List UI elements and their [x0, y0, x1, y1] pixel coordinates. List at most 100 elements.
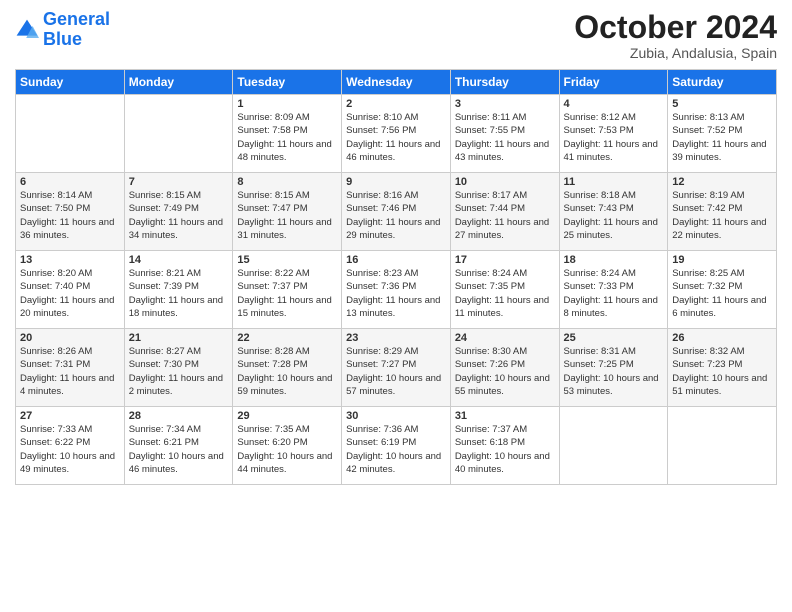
day-number: 9	[346, 176, 446, 188]
day-number: 6	[20, 176, 120, 188]
calendar-cell: 13Sunrise: 8:20 AM Sunset: 7:40 PM Dayli…	[16, 251, 125, 329]
day-header-friday: Friday	[559, 70, 668, 95]
day-info: Sunrise: 8:11 AM Sunset: 7:55 PM Dayligh…	[455, 111, 555, 164]
day-number: 28	[129, 410, 229, 422]
calendar-cell: 7Sunrise: 8:15 AM Sunset: 7:49 PM Daylig…	[124, 173, 233, 251]
day-info: Sunrise: 8:12 AM Sunset: 7:53 PM Dayligh…	[564, 111, 664, 164]
location: Zubia, Andalusia, Spain	[574, 45, 777, 61]
day-number: 2	[346, 98, 446, 110]
day-number: 25	[564, 332, 664, 344]
week-row-3: 13Sunrise: 8:20 AM Sunset: 7:40 PM Dayli…	[16, 251, 777, 329]
day-info: Sunrise: 8:30 AM Sunset: 7:26 PM Dayligh…	[455, 345, 555, 398]
day-number: 11	[564, 176, 664, 188]
day-info: Sunrise: 8:20 AM Sunset: 7:40 PM Dayligh…	[20, 267, 120, 320]
calendar-cell: 1Sunrise: 8:09 AM Sunset: 7:58 PM Daylig…	[233, 95, 342, 173]
calendar-cell: 29Sunrise: 7:35 AM Sunset: 6:20 PM Dayli…	[233, 407, 342, 485]
day-header-sunday: Sunday	[16, 70, 125, 95]
day-info: Sunrise: 8:10 AM Sunset: 7:56 PM Dayligh…	[346, 111, 446, 164]
day-header-tuesday: Tuesday	[233, 70, 342, 95]
header-row: SundayMondayTuesdayWednesdayThursdayFrid…	[16, 70, 777, 95]
calendar-cell: 24Sunrise: 8:30 AM Sunset: 7:26 PM Dayli…	[450, 329, 559, 407]
day-info: Sunrise: 8:24 AM Sunset: 7:33 PM Dayligh…	[564, 267, 664, 320]
calendar-cell: 14Sunrise: 8:21 AM Sunset: 7:39 PM Dayli…	[124, 251, 233, 329]
day-info: Sunrise: 8:13 AM Sunset: 7:52 PM Dayligh…	[672, 111, 772, 164]
day-number: 21	[129, 332, 229, 344]
day-number: 30	[346, 410, 446, 422]
day-number: 19	[672, 254, 772, 266]
calendar-cell: 28Sunrise: 7:34 AM Sunset: 6:21 PM Dayli…	[124, 407, 233, 485]
day-info: Sunrise: 8:21 AM Sunset: 7:39 PM Dayligh…	[129, 267, 229, 320]
calendar-cell: 12Sunrise: 8:19 AM Sunset: 7:42 PM Dayli…	[668, 173, 777, 251]
calendar-cell	[16, 95, 125, 173]
day-number: 27	[20, 410, 120, 422]
day-info: Sunrise: 8:14 AM Sunset: 7:50 PM Dayligh…	[20, 189, 120, 242]
day-info: Sunrise: 8:19 AM Sunset: 7:42 PM Dayligh…	[672, 189, 772, 242]
day-number: 23	[346, 332, 446, 344]
day-header-monday: Monday	[124, 70, 233, 95]
day-number: 16	[346, 254, 446, 266]
day-number: 29	[237, 410, 337, 422]
week-row-2: 6Sunrise: 8:14 AM Sunset: 7:50 PM Daylig…	[16, 173, 777, 251]
day-header-wednesday: Wednesday	[342, 70, 451, 95]
day-number: 15	[237, 254, 337, 266]
calendar-cell: 22Sunrise: 8:28 AM Sunset: 7:28 PM Dayli…	[233, 329, 342, 407]
header: General Blue October 2024 Zubia, Andalus…	[15, 10, 777, 61]
calendar-cell: 10Sunrise: 8:17 AM Sunset: 7:44 PM Dayli…	[450, 173, 559, 251]
calendar-table: SundayMondayTuesdayWednesdayThursdayFrid…	[15, 69, 777, 485]
day-info: Sunrise: 8:32 AM Sunset: 7:23 PM Dayligh…	[672, 345, 772, 398]
day-info: Sunrise: 8:28 AM Sunset: 7:28 PM Dayligh…	[237, 345, 337, 398]
calendar-cell: 4Sunrise: 8:12 AM Sunset: 7:53 PM Daylig…	[559, 95, 668, 173]
day-info: Sunrise: 8:16 AM Sunset: 7:46 PM Dayligh…	[346, 189, 446, 242]
day-info: Sunrise: 7:34 AM Sunset: 6:21 PM Dayligh…	[129, 423, 229, 476]
logo: General Blue	[15, 10, 110, 50]
day-info: Sunrise: 7:35 AM Sunset: 6:20 PM Dayligh…	[237, 423, 337, 476]
logo-icon	[15, 18, 39, 42]
day-number: 1	[237, 98, 337, 110]
day-header-thursday: Thursday	[450, 70, 559, 95]
calendar-cell: 19Sunrise: 8:25 AM Sunset: 7:32 PM Dayli…	[668, 251, 777, 329]
title-block: October 2024 Zubia, Andalusia, Spain	[574, 10, 777, 61]
calendar-cell: 3Sunrise: 8:11 AM Sunset: 7:55 PM Daylig…	[450, 95, 559, 173]
day-number: 13	[20, 254, 120, 266]
week-row-4: 20Sunrise: 8:26 AM Sunset: 7:31 PM Dayli…	[16, 329, 777, 407]
calendar-cell: 31Sunrise: 7:37 AM Sunset: 6:18 PM Dayli…	[450, 407, 559, 485]
day-number: 26	[672, 332, 772, 344]
day-number: 7	[129, 176, 229, 188]
calendar-cell: 6Sunrise: 8:14 AM Sunset: 7:50 PM Daylig…	[16, 173, 125, 251]
day-info: Sunrise: 8:25 AM Sunset: 7:32 PM Dayligh…	[672, 267, 772, 320]
day-number: 17	[455, 254, 555, 266]
day-info: Sunrise: 8:22 AM Sunset: 7:37 PM Dayligh…	[237, 267, 337, 320]
day-info: Sunrise: 8:17 AM Sunset: 7:44 PM Dayligh…	[455, 189, 555, 242]
calendar-cell: 21Sunrise: 8:27 AM Sunset: 7:30 PM Dayli…	[124, 329, 233, 407]
calendar-cell: 15Sunrise: 8:22 AM Sunset: 7:37 PM Dayli…	[233, 251, 342, 329]
day-number: 5	[672, 98, 772, 110]
calendar-cell: 5Sunrise: 8:13 AM Sunset: 7:52 PM Daylig…	[668, 95, 777, 173]
calendar-cell: 30Sunrise: 7:36 AM Sunset: 6:19 PM Dayli…	[342, 407, 451, 485]
calendar-cell: 23Sunrise: 8:29 AM Sunset: 7:27 PM Dayli…	[342, 329, 451, 407]
day-info: Sunrise: 7:37 AM Sunset: 6:18 PM Dayligh…	[455, 423, 555, 476]
day-info: Sunrise: 8:31 AM Sunset: 7:25 PM Dayligh…	[564, 345, 664, 398]
logo-line2: Blue	[43, 29, 82, 49]
day-number: 4	[564, 98, 664, 110]
day-number: 10	[455, 176, 555, 188]
calendar-cell: 20Sunrise: 8:26 AM Sunset: 7:31 PM Dayli…	[16, 329, 125, 407]
day-number: 8	[237, 176, 337, 188]
day-number: 14	[129, 254, 229, 266]
day-info: Sunrise: 8:27 AM Sunset: 7:30 PM Dayligh…	[129, 345, 229, 398]
day-info: Sunrise: 7:36 AM Sunset: 6:19 PM Dayligh…	[346, 423, 446, 476]
calendar-cell	[124, 95, 233, 173]
day-info: Sunrise: 8:09 AM Sunset: 7:58 PM Dayligh…	[237, 111, 337, 164]
calendar-cell	[559, 407, 668, 485]
day-number: 31	[455, 410, 555, 422]
day-number: 24	[455, 332, 555, 344]
logo-line1: General	[43, 9, 110, 29]
calendar-cell: 17Sunrise: 8:24 AM Sunset: 7:35 PM Dayli…	[450, 251, 559, 329]
calendar-cell: 9Sunrise: 8:16 AM Sunset: 7:46 PM Daylig…	[342, 173, 451, 251]
calendar-cell	[668, 407, 777, 485]
day-number: 3	[455, 98, 555, 110]
day-info: Sunrise: 8:26 AM Sunset: 7:31 PM Dayligh…	[20, 345, 120, 398]
day-info: Sunrise: 8:15 AM Sunset: 7:47 PM Dayligh…	[237, 189, 337, 242]
day-info: Sunrise: 8:23 AM Sunset: 7:36 PM Dayligh…	[346, 267, 446, 320]
day-header-saturday: Saturday	[668, 70, 777, 95]
day-info: Sunrise: 8:15 AM Sunset: 7:49 PM Dayligh…	[129, 189, 229, 242]
